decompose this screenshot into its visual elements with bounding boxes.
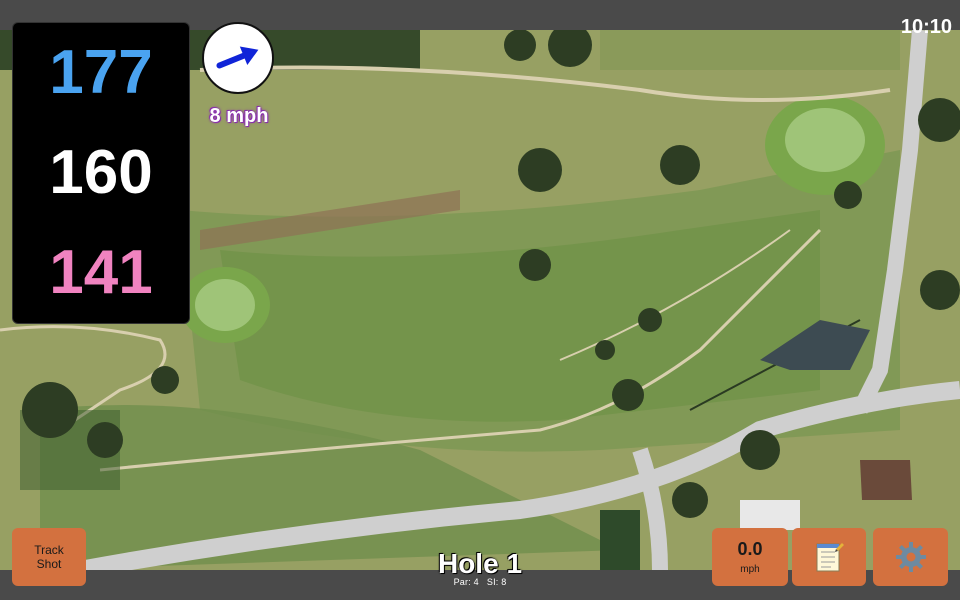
wind-direction-dial [202, 22, 274, 94]
wind-speed: 8 mph [209, 105, 269, 127]
back-distance: 177 [49, 38, 153, 107]
hole-title: Hole 1 [437, 548, 523, 579]
settings-button[interactable] [873, 528, 948, 586]
hole-info: Par: 4 SI: 8 [380, 577, 580, 587]
arrow-right-icon [216, 46, 259, 69]
distance-panel: 177 160 141 [12, 22, 190, 324]
front-distance: 141 [49, 238, 153, 307]
speed-button[interactable]: 0.0 mph [712, 528, 788, 586]
track-shot-button[interactable]: Track Shot [12, 528, 86, 586]
gear-icon [895, 542, 926, 572]
hole-par: Par: 4 [453, 577, 479, 587]
clock: 10:10 [900, 16, 952, 38]
middle-distance: 160 [49, 138, 153, 207]
speed-unit: mph [740, 564, 760, 575]
notes-button[interactable] [792, 528, 866, 586]
hole-stroke-index: SI: 8 [486, 577, 507, 587]
track-shot-label-line2: Shot [36, 557, 62, 571]
notepad-icon [816, 543, 844, 572]
speed-value: 0.0 [737, 539, 763, 559]
track-shot-label-line1: Track [34, 543, 64, 557]
